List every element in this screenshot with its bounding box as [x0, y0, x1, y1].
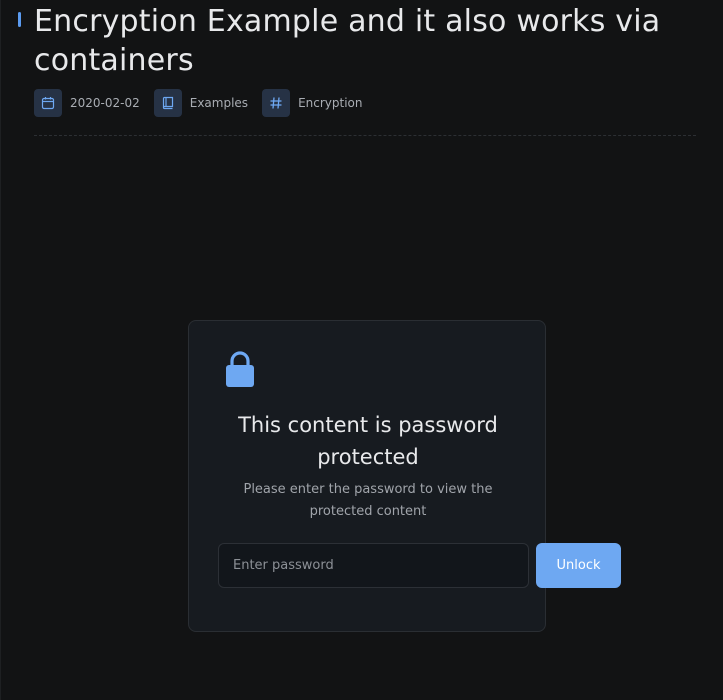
post-category-link[interactable]: Examples	[190, 96, 248, 110]
book-icon	[153, 89, 182, 117]
protected-description: Please enter the password to view the pr…	[243, 482, 493, 519]
protected-title: This content is password protected	[238, 413, 498, 469]
unlock-button[interactable]: Unlock	[536, 543, 621, 588]
post-meta: 2020-02-02 Examples Encryption	[34, 89, 377, 117]
password-protect-card: This content is password protected Pleas…	[188, 320, 621, 632]
lock-icon	[224, 351, 256, 393]
meta-category[interactable]: Examples	[153, 89, 248, 117]
calendar-icon	[34, 89, 62, 117]
hash-icon	[262, 89, 291, 117]
meta-tag[interactable]: Encryption	[262, 89, 363, 117]
post-date: 2020-02-02	[70, 96, 140, 110]
meta-divider	[34, 135, 696, 136]
password-input[interactable]	[218, 543, 529, 588]
title-accent-bar	[18, 12, 21, 27]
meta-date: 2020-02-02	[34, 89, 140, 117]
post-page: Encryption Example and it also works via…	[0, 0, 723, 700]
post-tag-link[interactable]: Encryption	[298, 96, 362, 110]
post-title: Encryption Example and it also works via…	[34, 4, 661, 78]
